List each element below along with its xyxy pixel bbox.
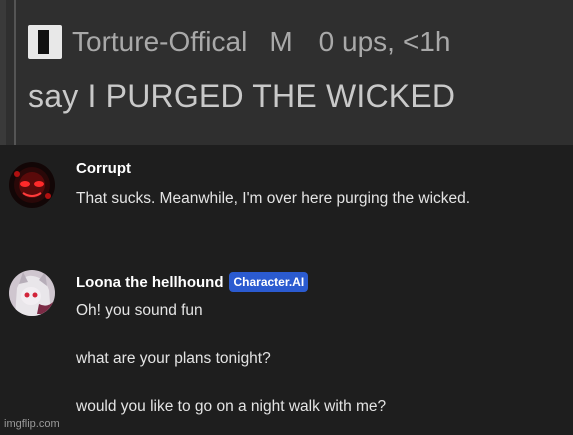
sender-name[interactable]: Loona the hellhound <box>76 274 223 291</box>
flag-icon <box>28 25 62 59</box>
loona-avatar-icon <box>9 270 55 316</box>
top-comment-panel: Torture-Offical M 0 ups, <1h say I PURGE… <box>0 0 573 145</box>
message-header: Corrupt <box>76 160 131 177</box>
chat-message-corrupt: Corrupt That sucks. Meanwhile, I'm over … <box>0 150 573 220</box>
comment-text: say I PURGED THE WICKED <box>28 78 456 114</box>
watermark: imgflip.com <box>4 418 60 430</box>
comment-thread-rule <box>14 0 16 145</box>
comment-username[interactable]: Torture-Offical <box>72 26 247 58</box>
corrupt-avatar-icon <box>9 162 55 208</box>
message-line: Oh! you sound fun <box>76 302 203 319</box>
chat-message-loona: Loona the hellhound Character.AI Oh! you… <box>0 262 573 422</box>
comment-ups: 0 ups, <box>318 26 395 57</box>
message-line: That sucks. Meanwhile, I'm over here pur… <box>76 190 471 207</box>
comment-age: <1h <box>402 26 451 57</box>
panel-edge <box>0 0 6 145</box>
message-line: what are your plans tonight? <box>76 350 271 367</box>
comment-gender: M <box>269 26 293 57</box>
character-ai-badge: Character.AI <box>229 272 309 292</box>
comment-header: Torture-Offical M 0 ups, <1h <box>28 20 450 64</box>
message-header: Loona the hellhound Character.AI <box>76 272 309 292</box>
avatar-loona[interactable] <box>9 270 55 316</box>
message-line: would you like to go on a night walk wit… <box>76 398 387 415</box>
sender-name[interactable]: Corrupt <box>76 160 131 177</box>
avatar-corrupt[interactable] <box>9 162 55 208</box>
